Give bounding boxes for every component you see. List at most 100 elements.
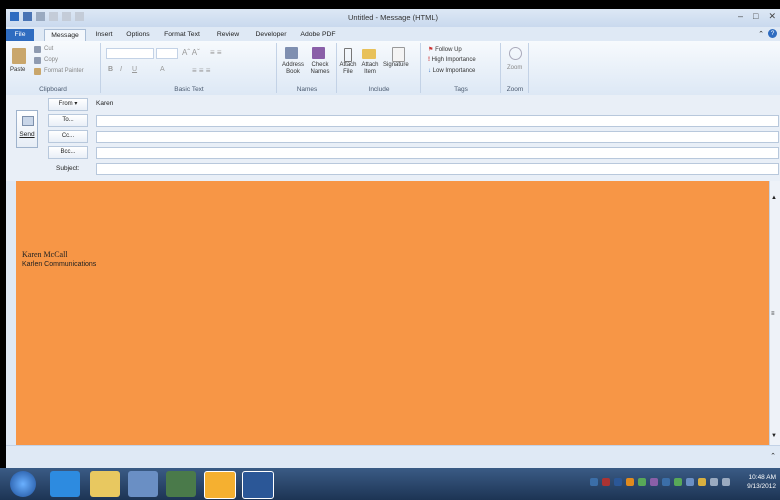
- flag-icon: ⚑: [428, 47, 434, 53]
- attach-item-button[interactable]: Attach Item: [359, 62, 381, 76]
- paste-button[interactable]: Paste: [10, 67, 25, 73]
- cc-field[interactable]: [96, 131, 779, 143]
- from-button[interactable]: From ▾: [48, 98, 88, 111]
- volume-icon[interactable]: [710, 478, 718, 486]
- basic-text-label: Basic Text: [174, 86, 204, 93]
- italic-icon[interactable]: I: [120, 66, 122, 73]
- format-painter-button[interactable]: Format Painter: [44, 68, 84, 74]
- tab-format-text[interactable]: Format Text: [158, 29, 206, 41]
- tags-group: ⚑ Follow Up ! High Importance ↓ Low Impo…: [422, 43, 501, 93]
- tab-insert[interactable]: Insert: [90, 29, 118, 41]
- tab-file[interactable]: File: [6, 29, 34, 41]
- outlook-message-window: Untitled - Message (HTML) – □ ✕ File Mes…: [6, 9, 780, 468]
- clock-time: 10:48 AM: [748, 474, 776, 481]
- tab-developer[interactable]: Developer: [250, 29, 292, 41]
- media-app-icon[interactable]: [166, 471, 196, 497]
- clock-date: 9/13/2012: [747, 483, 776, 490]
- tab-review[interactable]: Review: [212, 29, 244, 41]
- scroll-thumb-grip[interactable]: ≡: [771, 311, 775, 317]
- include-group: Attach File Attach Item Signature Includ…: [338, 43, 421, 93]
- minimize-icon[interactable]: –: [738, 11, 743, 22]
- paste-icon[interactable]: [12, 48, 26, 64]
- bold-icon[interactable]: B: [108, 66, 113, 73]
- zoom-button[interactable]: Zoom: [507, 65, 522, 71]
- exclamation-icon: !: [428, 57, 430, 63]
- window-title: Untitled - Message (HTML): [347, 13, 439, 22]
- message-body[interactable]: Karen McCall Karlen Communications: [16, 181, 769, 445]
- clipboard-label: Clipboard: [39, 86, 67, 93]
- message-header: Send From ▾ Karen To... Cc... Bcc... Sub…: [6, 95, 780, 181]
- bcc-button[interactable]: Bcc...: [48, 146, 88, 159]
- underline-icon[interactable]: U: [132, 66, 137, 73]
- font-color-icon[interactable]: A: [160, 66, 165, 73]
- vertical-scrollbar[interactable]: ▲ ≡ ▼: [769, 181, 780, 445]
- subject-field[interactable]: [96, 163, 779, 175]
- font-grow-icon[interactable]: Aˆ Aˇ: [182, 48, 200, 57]
- scroll-down-arrow[interactable]: ▼: [771, 433, 777, 439]
- follow-up-button[interactable]: ⚑ Follow Up: [428, 46, 462, 53]
- windows-taskbar: 10:48 AM 9/13/2012: [0, 468, 780, 500]
- send-icon: [22, 116, 34, 126]
- internet-explorer-icon[interactable]: [50, 471, 80, 497]
- address-book-icon: [285, 47, 298, 59]
- maximize-icon[interactable]: □: [753, 11, 758, 22]
- align-icons[interactable]: ≡ ≡ ≡: [192, 66, 210, 75]
- expand-people-pane-icon[interactable]: ⌃: [770, 452, 776, 460]
- file-explorer-icon[interactable]: [90, 471, 120, 497]
- font-size-select[interactable]: [156, 48, 178, 59]
- tray-icon[interactable]: [698, 478, 706, 486]
- cut-button[interactable]: Cut: [44, 46, 53, 52]
- window-controls: – □ ✕: [738, 11, 776, 22]
- to-field[interactable]: [96, 115, 779, 127]
- send-button[interactable]: Send: [16, 110, 38, 148]
- to-button[interactable]: To...: [48, 114, 88, 127]
- tray-icon[interactable]: [626, 478, 634, 486]
- outlook-taskbar-icon[interactable]: [204, 471, 236, 499]
- tray-icon[interactable]: [638, 478, 646, 486]
- font-name-select[interactable]: [106, 48, 154, 59]
- close-icon[interactable]: ✕: [768, 11, 776, 22]
- zoom-label: Zoom: [506, 86, 524, 93]
- tray-icon[interactable]: [662, 478, 670, 486]
- tab-adobe-pdf[interactable]: Adobe PDF: [298, 29, 338, 41]
- attach-file-button[interactable]: Attach File: [339, 62, 357, 76]
- high-importance-button[interactable]: ! High Importance: [428, 57, 476, 63]
- low-importance-button[interactable]: ↓ Low Importance: [428, 68, 475, 74]
- names-label: Names: [296, 86, 318, 93]
- network-icon[interactable]: [722, 478, 730, 486]
- tab-message[interactable]: Message: [44, 29, 86, 41]
- system-tray: [590, 478, 730, 486]
- minimize-ribbon-icon[interactable]: ⌃: [758, 30, 764, 38]
- network-app-icon[interactable]: [128, 471, 158, 497]
- tab-options[interactable]: Options: [122, 29, 154, 41]
- title-bar: Untitled - Message (HTML) – □ ✕: [6, 9, 780, 27]
- tray-icon[interactable]: [614, 478, 622, 486]
- signature-button[interactable]: Signature: [383, 62, 409, 68]
- check-names-button[interactable]: Check Names: [308, 62, 332, 76]
- signature-icon: [392, 47, 405, 62]
- zoom-group: Zoom Zoom: [502, 43, 529, 93]
- cc-button[interactable]: Cc...: [48, 130, 88, 143]
- signature-company: Karlen Communications: [22, 261, 97, 268]
- bullets-icon[interactable]: ≡ ≡: [210, 48, 222, 57]
- names-group: Address Book Check Names Names: [278, 43, 337, 93]
- scroll-up-arrow[interactable]: ▲: [771, 195, 777, 201]
- start-button[interactable]: [10, 471, 36, 497]
- attach-file-icon: [344, 48, 352, 62]
- bcc-field[interactable]: [96, 147, 779, 159]
- address-book-button[interactable]: Address Book: [280, 62, 306, 76]
- ribbon: Paste Cut Copy Format Painter Clipboard …: [6, 41, 780, 96]
- word-taskbar-icon[interactable]: [242, 471, 274, 499]
- tray-icon[interactable]: [674, 478, 682, 486]
- tray-icon[interactable]: [650, 478, 658, 486]
- check-names-icon: [312, 47, 325, 59]
- signature-name: Karen McCall: [22, 250, 68, 259]
- copy-icon: [34, 57, 41, 64]
- tray-icon[interactable]: [686, 478, 694, 486]
- copy-button[interactable]: Copy: [44, 57, 58, 63]
- tray-icon[interactable]: [602, 478, 610, 486]
- tray-icon[interactable]: [590, 478, 598, 486]
- basic-text-group: Aˆ Aˇ ≡ ≡ B I U A ≡ ≡ ≡ Basic Text: [102, 43, 277, 93]
- help-icon[interactable]: ?: [768, 29, 777, 38]
- taskbar-clock[interactable]: 10:48 AM 9/13/2012: [747, 473, 776, 491]
